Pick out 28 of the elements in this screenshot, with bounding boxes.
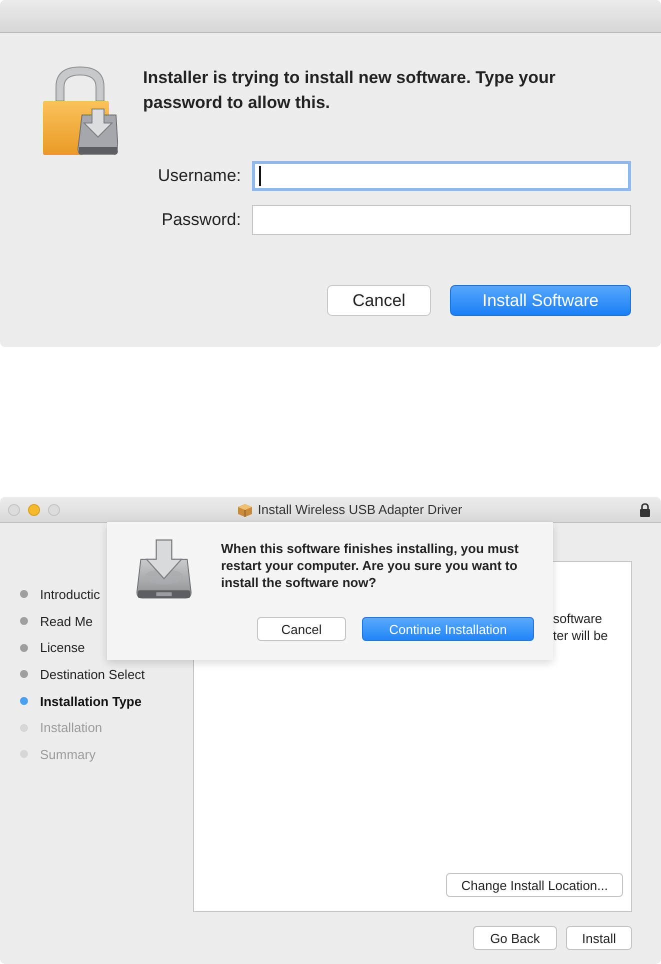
step-label: Installation bbox=[40, 720, 102, 736]
install-button[interactable]: Install bbox=[566, 926, 632, 950]
alert-message: When this software finishes installing, you must restart your computer. Are you sure you want to install the software now? bbox=[221, 540, 520, 591]
password-field[interactable] bbox=[252, 205, 631, 235]
padlock-icon bbox=[639, 502, 651, 516]
body-text: ter will be bbox=[553, 627, 609, 644]
field-label: Password: bbox=[160, 210, 241, 230]
step-label: Summary bbox=[40, 746, 96, 762]
cancel-button[interactable]: Cancel bbox=[257, 617, 346, 641]
close-button[interactable] bbox=[8, 504, 20, 516]
step-label: Introductic bbox=[40, 586, 100, 602]
go-back-button[interactable]: Go Back bbox=[473, 926, 557, 950]
body-text: software bbox=[553, 610, 604, 627]
padlock-icon bbox=[42, 65, 118, 155]
package-icon bbox=[236, 502, 253, 516]
zoom-button[interactable] bbox=[48, 504, 60, 516]
disk-icon bbox=[135, 537, 193, 601]
cancel-button[interactable]: Cancel bbox=[327, 285, 431, 316]
username-field[interactable] bbox=[252, 161, 631, 191]
minimize-button[interactable] bbox=[28, 504, 40, 516]
field-label: Username: bbox=[156, 166, 241, 186]
step-label: License bbox=[40, 640, 85, 656]
step-label: Read Me bbox=[40, 614, 93, 629]
step-label: Installation Type bbox=[40, 694, 142, 709]
prompt-message: Installer is trying to install new software. Type your password to allow this. bbox=[143, 67, 556, 114]
change-location-button[interactable]: Change Install Location... bbox=[446, 873, 623, 897]
window-title: Install Wireless USB Adapter Driver bbox=[258, 502, 462, 517]
step-label: Destination Select bbox=[40, 666, 145, 682]
